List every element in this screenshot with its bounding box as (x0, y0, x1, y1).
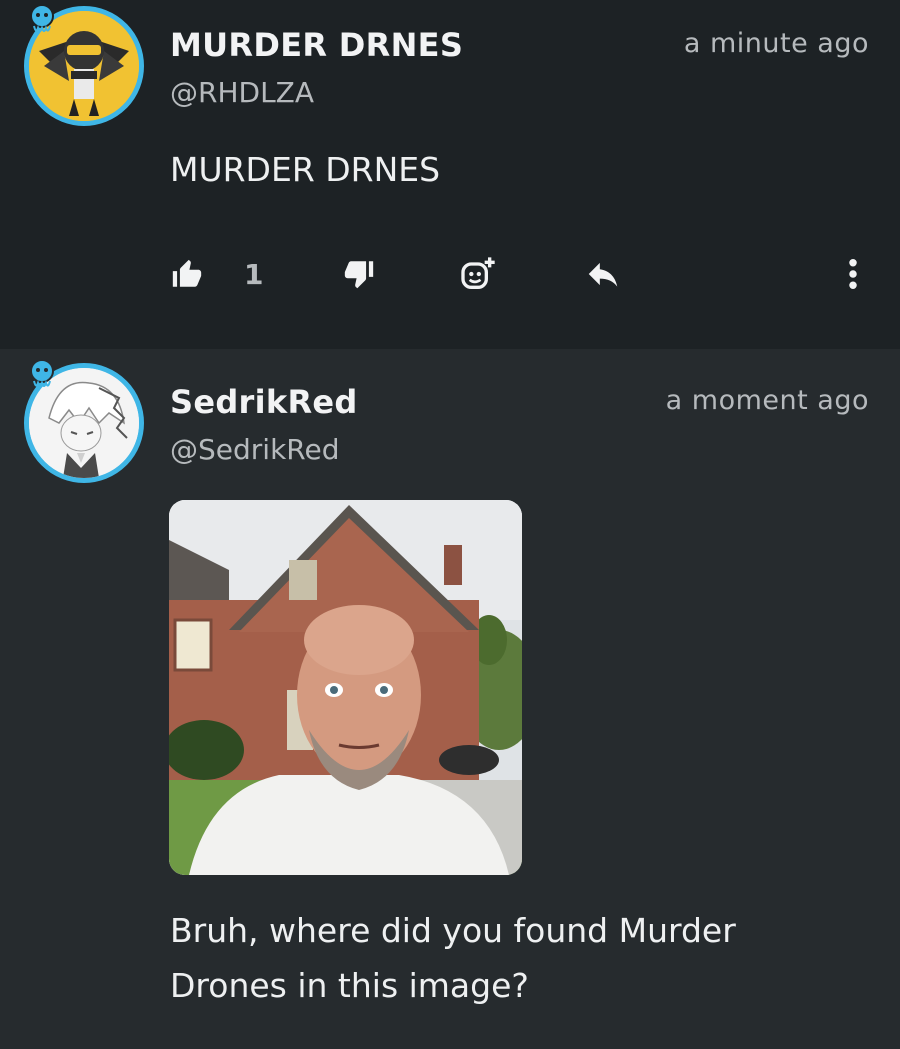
thumbs-up-icon (172, 259, 202, 287)
comment-card: MURDER DRNES @RHDLZA a minute ago MURDER… (0, 0, 900, 349)
comment-text: MURDER DRNES (170, 150, 441, 189)
more-vertical-icon (849, 259, 857, 289)
display-name[interactable]: MURDER DRNES (170, 26, 463, 64)
more-options-button[interactable] (838, 250, 868, 298)
display-name[interactable]: SedrikRed (170, 383, 358, 421)
comment-card: SedrikRed @SedrikRed a moment ago Bruh, … (0, 349, 900, 1049)
comment-actions: 1 (0, 250, 900, 300)
timestamp: a minute ago (683, 28, 869, 59)
jellyfish-badge-icon (30, 359, 54, 387)
like-button[interactable] (170, 250, 204, 298)
user-handle[interactable]: @SedrikRed (170, 433, 339, 466)
comment-text: Bruh, where did you found Murder Drones … (170, 911, 736, 1005)
thumbs-down-icon (344, 261, 374, 289)
jellyfish-badge-icon (30, 4, 54, 32)
dislike-button[interactable] (342, 250, 376, 298)
photo-man-in-front-of-house (169, 500, 522, 875)
add-reaction-icon (461, 257, 495, 289)
reply-icon (588, 262, 618, 287)
attached-image[interactable] (169, 500, 522, 875)
user-handle[interactable]: @RHDLZA (170, 76, 314, 109)
add-reaction-button[interactable] (458, 250, 498, 298)
timestamp: a moment ago (665, 385, 869, 416)
like-count: 1 (244, 258, 264, 291)
reply-button[interactable] (584, 250, 622, 298)
